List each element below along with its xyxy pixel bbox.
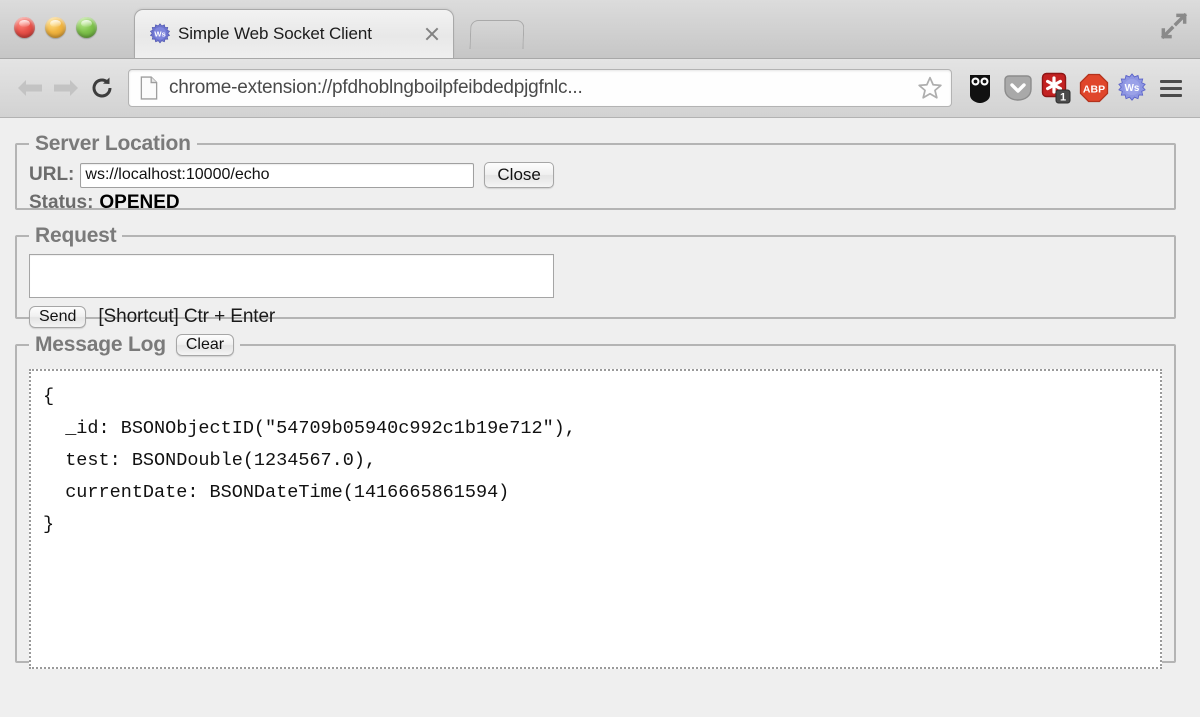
request-panel: Request Send [Shortcut] Ctr + Enter [15,224,1176,328]
hamburger-menu-icon[interactable] [1154,70,1188,106]
browser-toolbar: chrome-extension://pfdhoblngboilpfeibded… [0,59,1200,118]
message-log-content: { _id: BSONObjectID("54709b05940c992c1b1… [43,386,576,535]
clear-log-button[interactable]: Clear [175,334,235,356]
message-log-legend: Message Log Clear [29,333,240,357]
menu-bar-2 [1160,86,1182,90]
request-actions: Send [Shortcut] Ctr + Enter [29,306,1162,328]
adblock-label: ABP [1083,84,1105,96]
back-button[interactable] [12,70,48,106]
tab-simple-web-socket-client[interactable]: Ws Simple Web Socket Client [134,9,454,58]
adblock-plus-icon[interactable]: ABP [1076,70,1112,106]
arrow-right-icon [54,80,78,96]
arrow-left-icon [18,80,42,96]
fullscreen-expand-icon[interactable] [1158,10,1190,42]
browser-chrome: Ws Simple Web Socket Client chrome-exten… [0,0,1200,118]
forward-button[interactable] [48,70,84,106]
request-textarea[interactable] [29,254,554,298]
asterisk-badge-icon[interactable]: 1 [1038,70,1074,106]
server-location-legend: Server Location [35,132,191,155]
request-legend: Request [35,224,117,247]
url-label: URL: [29,164,75,185]
reload-icon [92,77,112,98]
tab-title: Simple Web Socket Client [178,24,372,43]
tab-strip: Ws Simple Web Socket Client [0,0,1200,59]
ws-starburst-glyph: Ws [1118,73,1146,101]
address-bar-url: chrome-extension://pfdhoblngboilpfeibded… [169,77,583,98]
extension-icons: 1 ABP Ws [962,70,1150,106]
address-bar[interactable]: chrome-extension://pfdhoblngboilpfeibded… [128,69,952,107]
status-label: Status: [29,192,94,213]
url-input[interactable] [80,162,475,188]
asterisk-glyph: 1 [1041,72,1071,104]
menu-bar-3 [1160,93,1182,97]
owl-glyph [970,75,990,103]
status-badge: OPENED [99,192,180,213]
pocket-glyph [1004,75,1032,101]
ws-label: Ws [1125,83,1140,94]
bookmark-star-icon[interactable] [917,75,943,101]
send-button[interactable]: Send [29,306,87,328]
minimize-window-button[interactable] [45,17,66,38]
message-log-title: Message Log [35,333,166,356]
extension-badge-count: 1 [1060,92,1066,104]
zoom-window-button[interactable] [76,17,97,38]
owl-icon[interactable] [962,70,998,106]
reload-button[interactable] [84,70,120,106]
page-document-icon [140,76,158,100]
message-log-panel: Message Log Clear { _id: BSONObjectID("5… [15,333,1176,669]
tab-close-icon[interactable] [421,23,443,45]
adblock-glyph: ABP [1079,73,1109,103]
browser-window: Ws Simple Web Socket Client chrome-exten… [0,0,1200,717]
window-controls [14,17,97,38]
pocket-chevron-icon[interactable] [1000,70,1036,106]
close-connection-button[interactable]: Close [484,162,554,188]
svg-text:Ws: Ws [154,29,165,38]
shortcut-hint: [Shortcut] Ctr + Enter [98,306,276,327]
websocket-ws-icon: Ws [149,23,171,44]
message-log-box[interactable]: { _id: BSONObjectID("54709b05940c992c1b1… [29,369,1162,669]
status-row: Status: OPENED [29,192,1162,214]
page-content: Server Location URL: Close Status: OPENE… [0,118,1200,717]
url-row: URL: Close [29,162,1162,188]
menu-bar-1 [1160,79,1182,83]
server-location-panel: Server Location URL: Close Status: OPENE… [15,132,1176,213]
new-tab-button[interactable] [469,20,525,49]
websocket-ws-extension-icon[interactable]: Ws [1114,70,1150,106]
close-window-button[interactable] [14,17,35,38]
